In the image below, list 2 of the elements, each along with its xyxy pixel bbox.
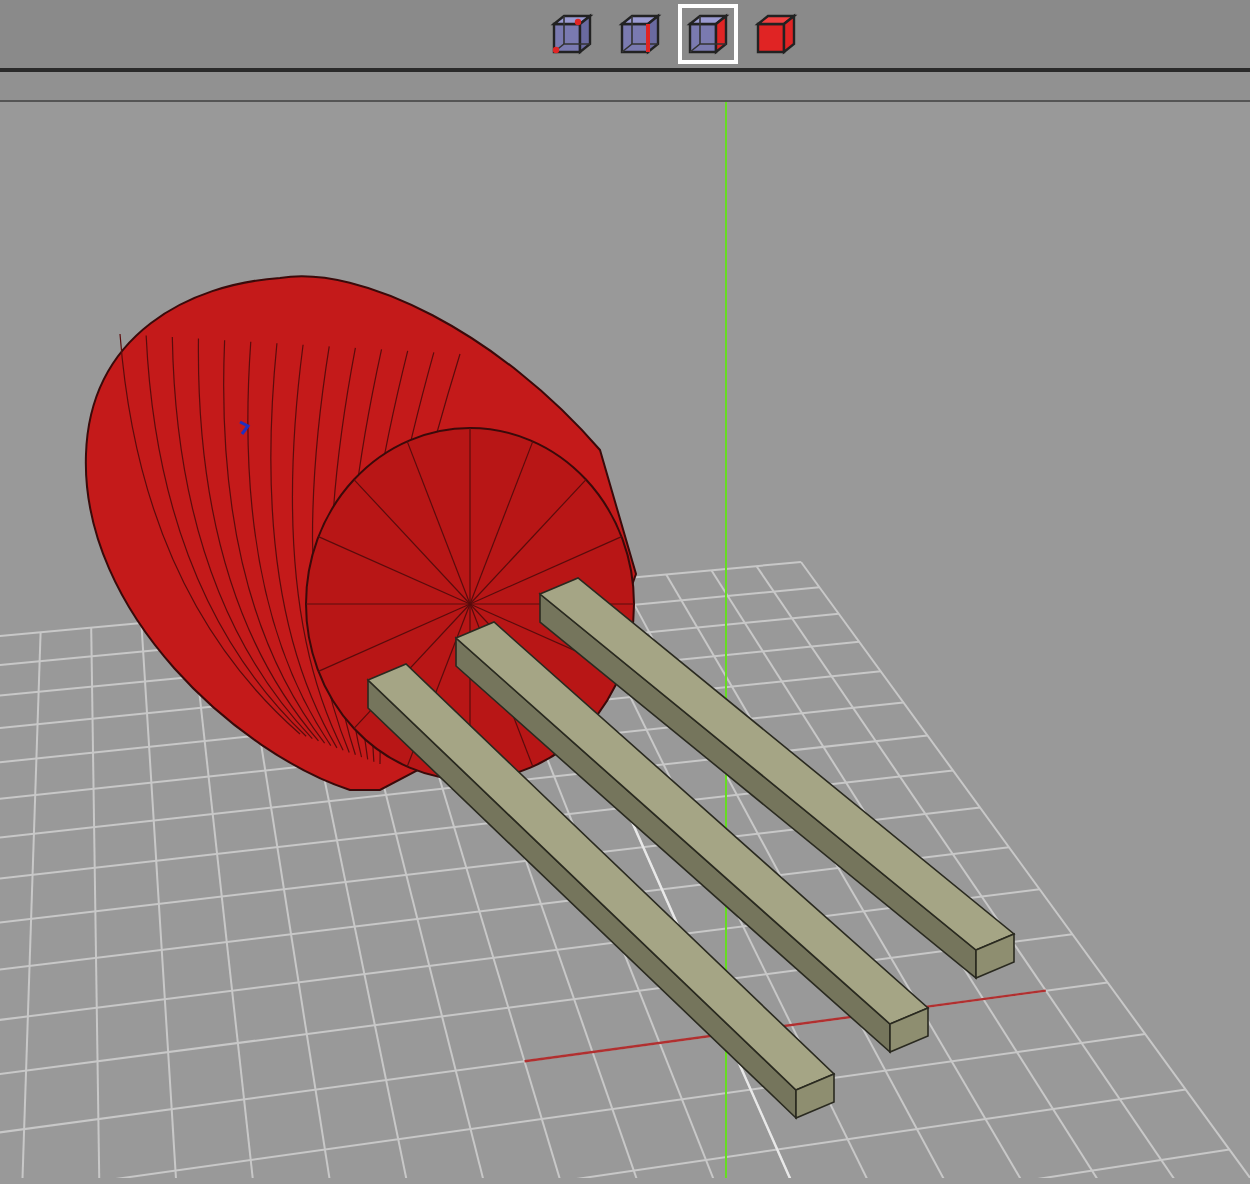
marker-icon (239, 420, 251, 435)
face-mode-button[interactable] (677, 4, 737, 64)
